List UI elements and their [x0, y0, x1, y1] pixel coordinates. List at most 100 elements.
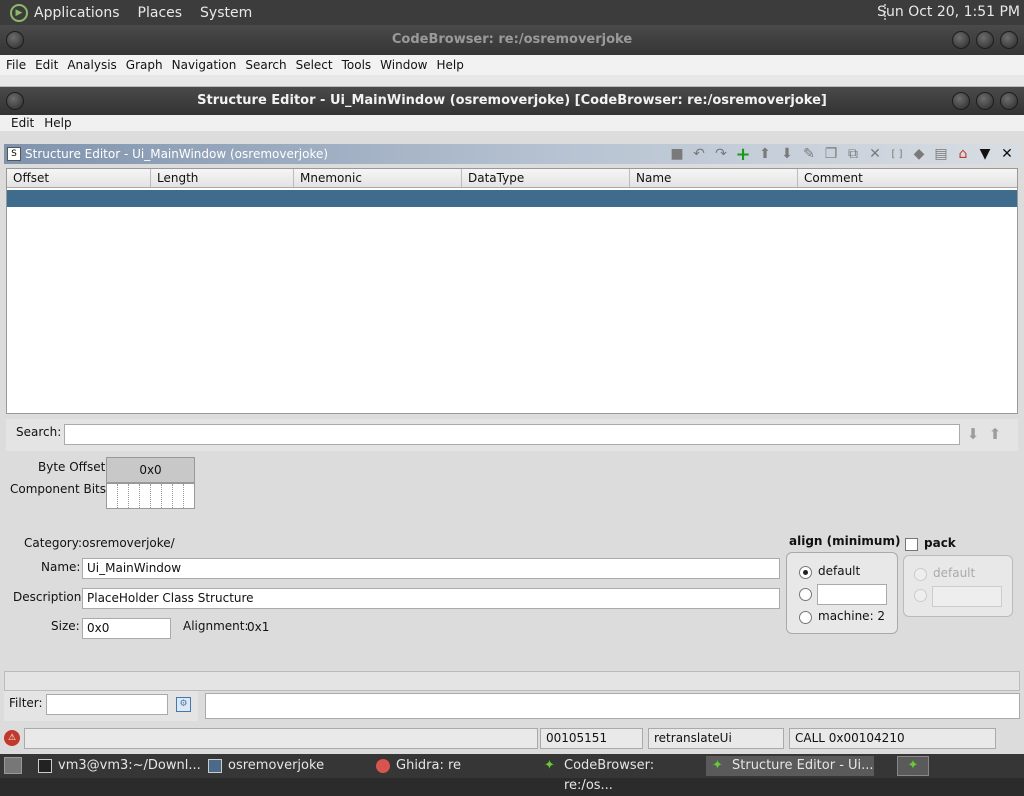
align-default-label: default [818, 564, 861, 578]
pack-explicit-radio [914, 589, 927, 602]
codebrowser-titlebar[interactable]: CodeBrowser: re:/osremoverjoke [0, 25, 1024, 55]
description-field[interactable]: PlaceHolder Class Structure [82, 588, 780, 609]
editor-toolbar: ■ ↶ ↷ + ⬆ ⬇ ✎ ❐ ⧉ ✕ [ ] ◆ ▤ ⌂ ▼ ✕ [668, 144, 1016, 165]
table-header: Offset Length Mnemonic DataType Name Com… [7, 169, 1017, 188]
taskbar-label: osremoverjoke [228, 758, 325, 773]
window-menu-icon[interactable] [6, 92, 24, 110]
align-value-field[interactable] [817, 584, 887, 605]
taskbar-label: Ghidra: re [396, 758, 462, 773]
align-group: default machine: 2 [786, 552, 898, 634]
clock[interactable]: Sun Oct 20, 1:51 PM [877, 4, 1020, 20]
minimize-icon[interactable] [952, 92, 970, 110]
console-icon[interactable]: ⚠ [4, 730, 20, 746]
dragon-icon: ✦ [544, 758, 555, 773]
menu-analysis[interactable]: Analysis [67, 58, 116, 72]
column-header[interactable]: Mnemonic [294, 169, 462, 187]
delete-icon[interactable]: ✕ [866, 145, 884, 163]
maximize-icon[interactable] [976, 31, 994, 49]
status-instruction: CALL 0x00104210 [789, 728, 996, 749]
codebrowser-toolbar [0, 75, 1024, 87]
pack-checkbox[interactable] [905, 538, 918, 551]
unpackage-icon[interactable]: ⧉ [844, 145, 862, 163]
menu-places[interactable]: Places [138, 5, 183, 21]
menu-navigation[interactable]: Navigation [172, 58, 237, 72]
column-header[interactable]: Comment [798, 169, 1017, 187]
menu-icon[interactable]: ▼ [976, 145, 994, 163]
close-icon[interactable]: ✕ [998, 145, 1016, 163]
menu-tools[interactable]: Tools [342, 58, 372, 72]
size-label: Size: [51, 619, 80, 633]
close-icon[interactable] [1000, 31, 1018, 49]
byte-offset-value: 0x0 [106, 457, 195, 483]
byte-offset-label: Byte Offset: [38, 460, 110, 474]
pack-group: default [903, 555, 1013, 617]
components-table[interactable]: Offset Length Mnemonic DataType Name Com… [6, 168, 1018, 414]
search-next-icon[interactable]: ⬇ [964, 425, 982, 443]
search-input[interactable] [64, 424, 960, 445]
menu-system[interactable]: System [200, 5, 252, 21]
size-field[interactable]: 0x0 [82, 618, 171, 639]
taskbar-item-ghidra[interactable]: Ghidra: re [370, 756, 538, 776]
menu-edit[interactable]: Edit [35, 58, 58, 72]
workspace-switcher-icon[interactable]: ✦ [897, 756, 929, 776]
filter-options-icon[interactable]: ⚙ [176, 697, 191, 712]
pack-default-radio [914, 568, 927, 581]
menu-file[interactable]: File [6, 58, 26, 72]
align-explicit-radio[interactable] [799, 588, 812, 601]
apply-icon[interactable]: ■ [668, 145, 686, 163]
codebrowser-title: CodeBrowser: re:/osremoverjoke [391, 32, 633, 47]
bottom-taskbar: vm3@vm3:~/Downl... osremoverjoke Ghidra:… [0, 754, 1024, 793]
column-header[interactable]: Length [151, 169, 294, 187]
close-icon[interactable] [1000, 92, 1018, 110]
window-icon [208, 759, 222, 773]
column-header[interactable]: Offset [7, 169, 151, 187]
column-header[interactable]: Name [630, 169, 798, 187]
category-value: osremoverjoke/ [82, 536, 175, 550]
undo-icon[interactable]: ↶ [690, 145, 708, 163]
table-row[interactable] [7, 190, 1017, 207]
menu-select[interactable]: Select [296, 58, 333, 72]
structure-editor-titlebar[interactable]: Structure Editor - Ui_MainWindow (osremo… [0, 87, 1024, 115]
show-components-icon[interactable]: ▤ [932, 145, 950, 163]
redo-icon[interactable]: ↷ [712, 145, 730, 163]
filter-input[interactable] [46, 694, 168, 715]
maximize-icon[interactable] [976, 92, 994, 110]
taskbar-item-terminal[interactable]: vm3@vm3:~/Downl... [32, 756, 202, 776]
minimize-icon[interactable] [952, 31, 970, 49]
alignment-value: 0x1 [247, 620, 270, 634]
align-default-radio[interactable] [799, 566, 812, 579]
data-type-preview [205, 693, 1020, 719]
duplicate-icon[interactable]: ✎ [800, 145, 818, 163]
duplicate-multiple-icon[interactable]: ❐ [822, 145, 840, 163]
menu-search[interactable]: Search [245, 58, 286, 72]
home-icon[interactable]: ⌂ [954, 145, 972, 163]
array-icon[interactable]: [ ] [888, 145, 906, 163]
menu-help[interactable]: Help [437, 58, 464, 72]
menu-window[interactable]: Window [380, 58, 427, 72]
window-menu-icon[interactable] [6, 31, 24, 49]
component-bits-label: Component Bits: [10, 482, 111, 496]
panel-title: Structure Editor - Ui_MainWindow (osremo… [25, 147, 329, 161]
taskbar-item-osremoverjoke[interactable]: osremoverjoke [202, 756, 370, 776]
menu-help[interactable]: Help [44, 116, 71, 130]
menu-graph[interactable]: Graph [126, 58, 163, 72]
pack-value-field [932, 586, 1002, 607]
search-previous-icon[interactable]: ⬆ [986, 425, 1004, 443]
status-address: 00105151 [540, 728, 643, 749]
terminal-icon [38, 759, 52, 773]
move-down-icon[interactable]: ⬇ [778, 145, 796, 163]
move-up-icon[interactable]: ⬆ [756, 145, 774, 163]
taskbar-item-codebrowser[interactable]: ✦ CodeBrowser: re:/os... [538, 756, 706, 793]
menu-edit[interactable]: Edit [11, 116, 34, 130]
column-header[interactable]: DataType [462, 169, 630, 187]
taskbar-item-structure-editor[interactable]: ✦ Structure Editor - Ui... [706, 756, 874, 776]
name-field[interactable]: Ui_MainWindow [82, 558, 780, 579]
gnome-logo-icon[interactable]: ▶ [10, 3, 28, 22]
align-machine-radio[interactable] [799, 611, 812, 624]
status-bar: ⚠ 00105151 retranslateUi CALL 0x00104210 [0, 725, 1024, 752]
add-icon[interactable]: + [734, 144, 752, 165]
create-pointer-icon[interactable]: ◆ [910, 145, 928, 163]
menu-applications[interactable]: Applications [34, 5, 120, 21]
category-label: Category: [24, 536, 82, 550]
show-desktop-icon[interactable] [4, 757, 22, 774]
